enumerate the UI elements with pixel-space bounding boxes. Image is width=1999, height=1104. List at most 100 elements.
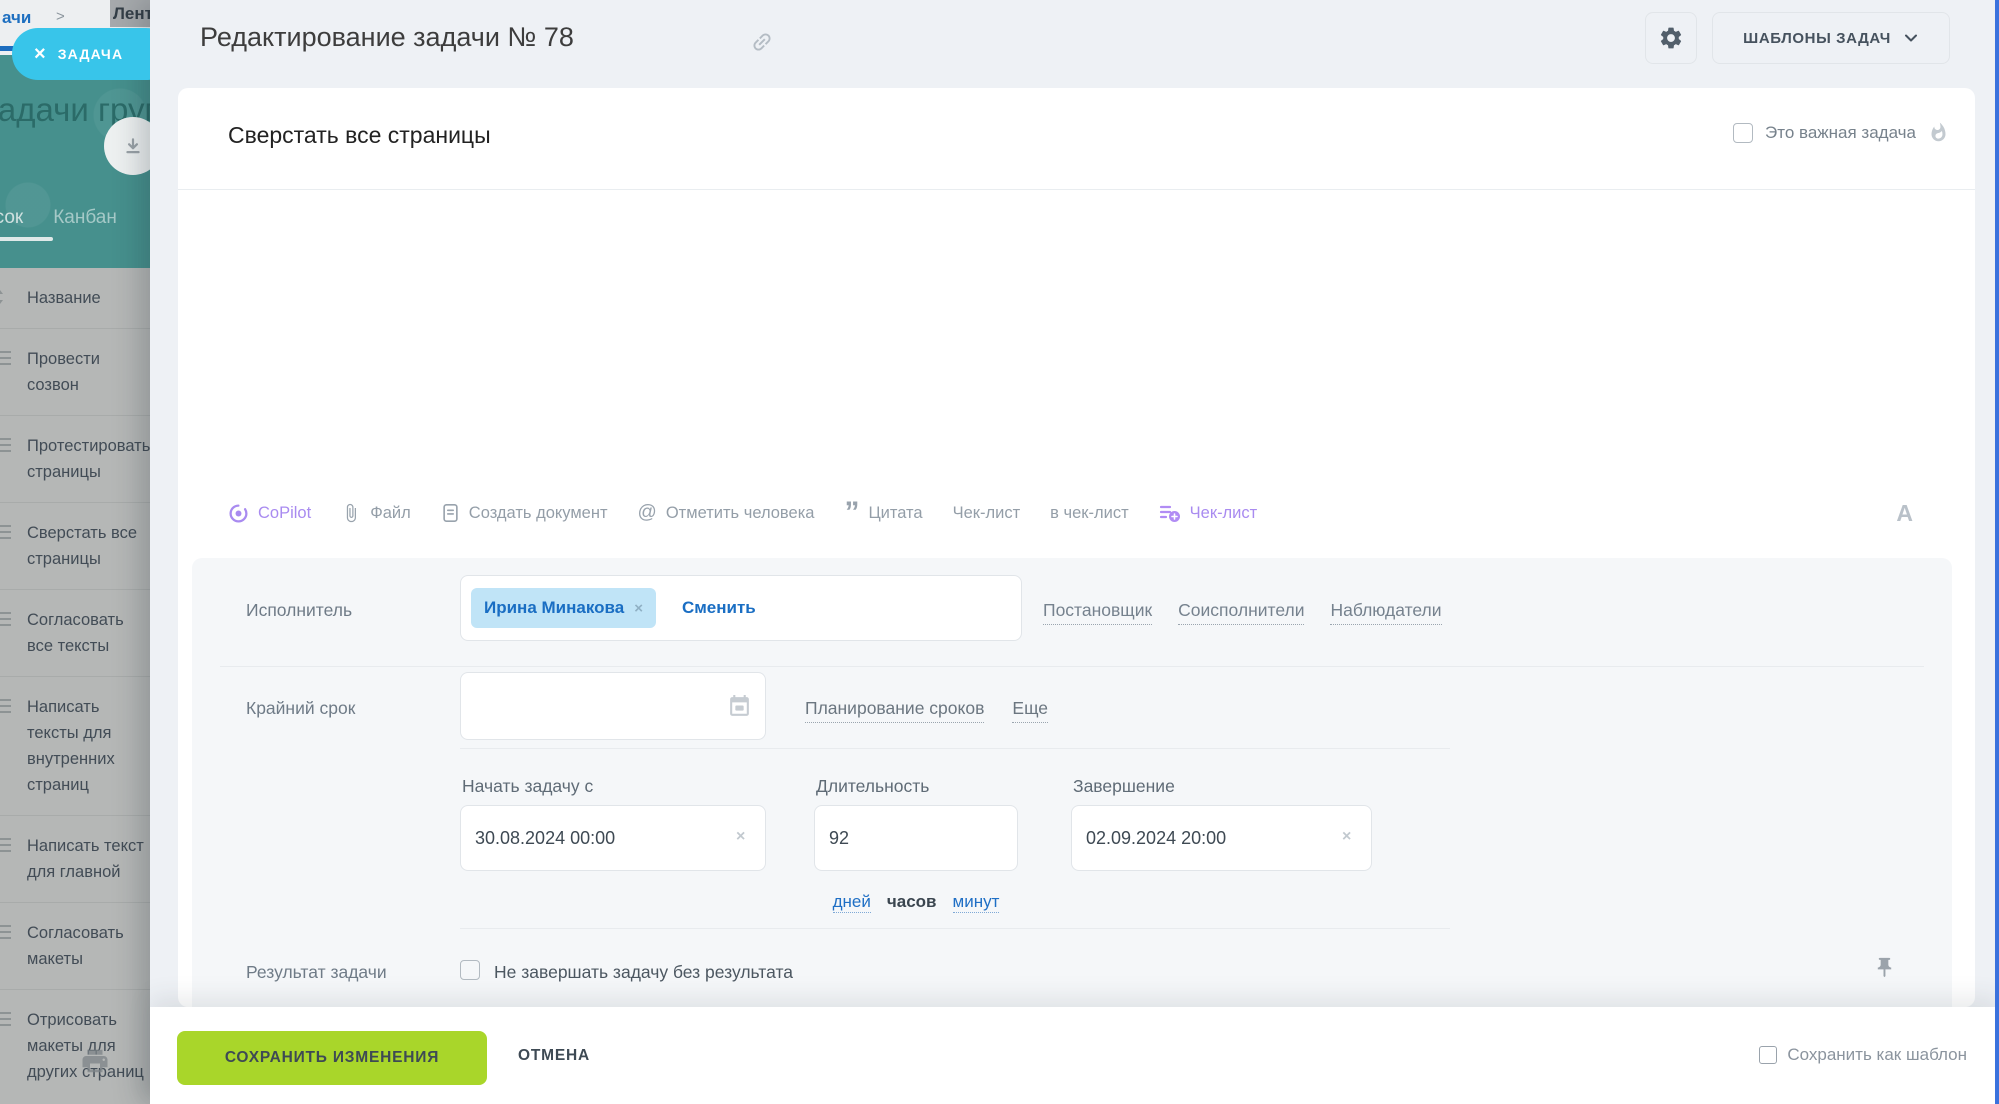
breadcrumb-tasks-link[interactable]: ачи xyxy=(2,8,31,28)
background-task-list: ачи > Лента × ЗАДАЧА Задачи группы Списо… xyxy=(0,0,150,1104)
drag-handle-icon[interactable] xyxy=(0,838,11,852)
clear-finish-icon[interactable]: × xyxy=(1342,828,1351,846)
start-date-input[interactable] xyxy=(460,805,766,871)
save-as-template-checkbox[interactable] xyxy=(1759,1046,1777,1064)
view-tabs: Список Канбан xyxy=(0,207,117,229)
duration-input[interactable] xyxy=(814,805,1018,871)
task-templates-button[interactable]: ШАБЛОНЫ ЗАДАЧ xyxy=(1712,12,1950,64)
quote-button[interactable]: ” Цитата xyxy=(844,504,922,523)
into-checklist-label: в чек-лист xyxy=(1050,504,1129,523)
drag-handle-icon[interactable] xyxy=(0,351,11,365)
remove-performer-icon[interactable]: × xyxy=(634,600,643,617)
list-item[interactable]: Согласовать макеты xyxy=(0,902,150,989)
deadline-input[interactable] xyxy=(461,673,765,739)
planning-link[interactable]: Планирование сроков xyxy=(805,698,984,723)
drag-handle-icon[interactable] xyxy=(0,438,11,452)
unit-minutes-link[interactable]: минут xyxy=(953,892,1000,913)
task-name[interactable]: Сверстать все страницы xyxy=(228,122,491,149)
breadcrumb-feed-tab[interactable]: Лента xyxy=(110,0,150,27)
drag-handle-icon[interactable] xyxy=(0,612,11,626)
task-name-bar: Сверстать все страницы Это важная задача xyxy=(178,88,1975,190)
list-item[interactable]: Протестировать страницы xyxy=(0,415,150,502)
result-checkbox[interactable] xyxy=(460,960,480,980)
performer-chip[interactable]: Ирина Минакова × xyxy=(471,588,656,628)
list-item-label: Протестировать страницы xyxy=(27,437,150,481)
list-item-label: Написать текст для главной xyxy=(27,837,144,881)
attach-file-label: Файл xyxy=(370,504,411,523)
tab-kanban[interactable]: Канбан xyxy=(53,207,117,229)
watchers-link[interactable]: Наблюдатели xyxy=(1330,600,1441,625)
save-as-template-control: Сохранить как шаблон xyxy=(1759,1045,1967,1065)
more-link[interactable]: Еще xyxy=(1012,698,1048,723)
chevron-down-icon xyxy=(1903,30,1919,46)
change-performer-link[interactable]: Сменить xyxy=(682,598,756,618)
drag-handle-icon[interactable] xyxy=(0,925,11,939)
duration-label: Длительность xyxy=(816,776,929,797)
close-task-button[interactable]: × ЗАДАЧА xyxy=(12,28,150,80)
tab-list[interactable]: Список xyxy=(0,207,23,229)
copilot-button[interactable]: CoPilot xyxy=(228,503,311,524)
save-changes-button[interactable]: СОХРАНИТЬ ИЗМЕНЕНИЯ xyxy=(177,1031,487,1085)
start-label: Начать задачу с xyxy=(462,776,593,797)
unit-days-link[interactable]: дней xyxy=(833,892,871,913)
attach-file-button[interactable]: Файл xyxy=(341,503,411,523)
task-button-label: ЗАДАЧА xyxy=(58,46,124,62)
role-links: Постановщик Соисполнители Наблюдатели xyxy=(1043,600,1442,625)
list-header-label: Название xyxy=(27,289,101,307)
into-checklist-button[interactable]: в чек-лист xyxy=(1050,504,1129,523)
add-checklist-label: Чек-лист xyxy=(1190,504,1258,523)
clear-start-icon[interactable]: × xyxy=(736,828,745,846)
coexecutors-link[interactable]: Соисполнители xyxy=(1178,600,1304,625)
drag-handle-icon[interactable] xyxy=(0,699,11,713)
important-checkbox[interactable] xyxy=(1733,123,1753,143)
calendar-icon[interactable] xyxy=(727,694,752,719)
drag-handle-icon[interactable] xyxy=(0,525,11,539)
quote-icon: ” xyxy=(844,508,859,518)
list-item[interactable]: Согласовать все тексты xyxy=(0,589,150,676)
checklist-button[interactable]: Чек-лист xyxy=(953,504,1021,523)
close-icon: × xyxy=(34,44,46,64)
checklist-label: Чек-лист xyxy=(953,504,1021,523)
list-header-row[interactable]: Название xyxy=(0,268,150,328)
create-document-button[interactable]: Создать документ xyxy=(441,503,608,523)
task-templates-label: ШАБЛОНЫ ЗАДАЧ xyxy=(1743,30,1891,47)
pushpin-icon[interactable] xyxy=(1873,956,1896,979)
cancel-button[interactable]: ОТМЕНА xyxy=(518,1047,590,1065)
list-item[interactable]: Провести созвон xyxy=(0,328,150,415)
font-size-button[interactable]: A xyxy=(1896,500,1913,527)
list-item-label: Согласовать все тексты xyxy=(27,611,124,655)
task-properties-panel: Исполнитель Ирина Минакова × Сменить Пос… xyxy=(192,558,1952,1007)
list-item-label: Написать тексты для внутренних страниц xyxy=(27,698,115,794)
app-root: ачи > Лента × ЗАДАЧА Задачи группы Списо… xyxy=(0,0,1999,1104)
save-as-template-label: Сохранить как шаблон xyxy=(1787,1045,1967,1065)
performer-label: Исполнитель xyxy=(246,600,352,621)
finish-date-input[interactable] xyxy=(1071,805,1372,871)
important-label: Это важная задача xyxy=(1765,123,1916,143)
page-title: Редактирование задачи № 78 xyxy=(200,22,574,53)
quote-label: Цитата xyxy=(868,504,922,523)
settings-button[interactable] xyxy=(1645,12,1697,64)
result-checkbox-label: Не завершать задачу без результата xyxy=(494,962,793,983)
add-checklist-button[interactable]: Чек-лист xyxy=(1159,502,1258,524)
editor-toolbar: CoPilot Файл Создать документ @ xyxy=(178,492,1975,534)
collapse-button[interactable] xyxy=(104,117,150,175)
gear-icon xyxy=(1658,25,1684,51)
paperclip-icon xyxy=(341,503,361,523)
performer-field[interactable]: Ирина Минакова × Сменить xyxy=(460,575,1022,641)
list-item-label: Провести созвон xyxy=(27,350,100,394)
deadline-field[interactable] xyxy=(460,672,766,740)
setter-link[interactable]: Постановщик xyxy=(1043,600,1152,625)
list-item[interactable]: Отрисовать макеты для других страниц xyxy=(0,989,150,1102)
deadline-label: Крайний срок xyxy=(246,698,355,719)
mention-person-label: Отметить человека xyxy=(666,504,815,523)
list-item[interactable]: Написать тексты для внутренних страниц xyxy=(0,676,150,815)
list-item[interactable]: Сверстать все страницы xyxy=(0,502,150,589)
unit-hours-active[interactable]: часов xyxy=(887,892,937,913)
group-header: Задачи группы Список Канбан xyxy=(0,55,150,268)
link-icon[interactable] xyxy=(750,30,774,54)
list-item[interactable]: Написать текст для главной xyxy=(0,815,150,902)
mention-person-button[interactable]: @ Отметить человека xyxy=(638,502,815,524)
list-item-label: Сверстать все страницы xyxy=(27,524,137,568)
drag-handle-icon[interactable] xyxy=(0,1012,11,1026)
sort-icon xyxy=(0,288,7,306)
